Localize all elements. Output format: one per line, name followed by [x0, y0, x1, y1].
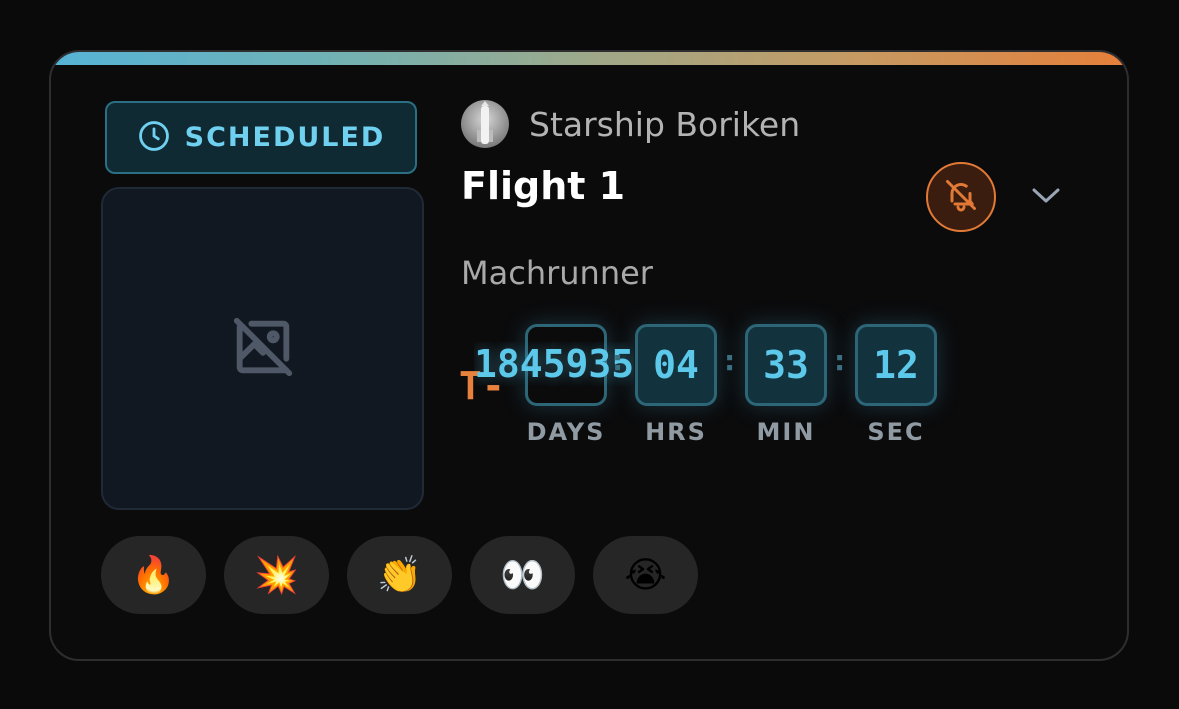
separator: : [724, 344, 736, 377]
hours-label: HRS [645, 418, 707, 446]
launch-card: SCHEDULED Starship Boriken Flight 1 Mach… [49, 50, 1129, 661]
rocket-name[interactable]: Starship Boriken [529, 105, 800, 144]
status-label: SCHEDULED [184, 122, 386, 153]
minutes-value: 33 [745, 324, 827, 406]
clock-icon [137, 119, 171, 157]
reaction-clap-button[interactable]: 👏 [347, 536, 452, 614]
seconds-value: 12 [855, 324, 937, 406]
reaction-collision-button[interactable]: 💥 [224, 536, 329, 614]
chevron-down-icon [1030, 185, 1062, 209]
separator: : [834, 344, 846, 377]
mission-image-placeholder [101, 187, 424, 510]
countdown-timer: T- DAYS 1845935 : 04 HRS : 33 MIN : 12 S… [459, 324, 1059, 464]
countdown-hours: 04 HRS [635, 324, 717, 446]
seconds-label: SEC [867, 418, 925, 446]
launch-provider[interactable]: Machrunner [461, 254, 653, 292]
collision-emoji: 💥 [254, 555, 299, 596]
minutes-label: MIN [756, 418, 816, 446]
reaction-fire-button[interactable]: 🔥 [101, 536, 206, 614]
clapping-hands-emoji: 👏 [377, 555, 422, 596]
days-value: 1845935 [474, 342, 634, 386]
days-label: DAYS [526, 418, 606, 446]
separator: : [612, 344, 624, 377]
rocket-avatar-icon [461, 100, 509, 148]
countdown-minutes: 33 MIN [745, 324, 827, 446]
reaction-bar: 🔥 💥 👏 👀 😭 [101, 536, 698, 614]
notification-toggle-button[interactable] [926, 162, 996, 232]
reaction-crying-button[interactable]: 😭 [593, 536, 698, 614]
reaction-eyes-button[interactable]: 👀 [470, 536, 575, 614]
crying-face-emoji: 😭 [624, 554, 667, 596]
gradient-top-bar [51, 52, 1127, 65]
eyes-emoji: 👀 [500, 555, 545, 596]
fire-emoji: 🔥 [131, 555, 176, 596]
bell-off-icon [943, 177, 979, 217]
countdown-seconds: 12 SEC [855, 324, 937, 446]
expand-button[interactable] [1029, 182, 1063, 212]
hours-value: 04 [635, 324, 717, 406]
mission-title[interactable]: Flight 1 [461, 164, 625, 208]
rocket-line: Starship Boriken [461, 100, 800, 148]
image-off-icon [228, 312, 298, 386]
status-badge: SCHEDULED [105, 101, 417, 174]
